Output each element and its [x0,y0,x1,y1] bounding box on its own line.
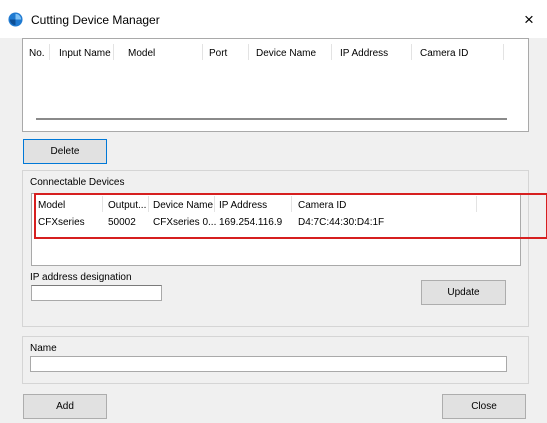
ip-designation-label: IP address designation [30,272,132,283]
close-button[interactable]: Close [442,394,526,419]
column-header-input-name[interactable]: Input Name [59,48,111,59]
column-header-device-name[interactable]: Device Name [256,48,316,59]
horizontal-scrollbar[interactable] [36,118,507,120]
window-title: Cutting Device Manager [31,13,160,27]
column-divider[interactable] [113,44,114,60]
column-divider[interactable] [248,44,249,60]
column-divider[interactable] [202,44,203,60]
column-header-ip-address[interactable]: IP Address [340,48,388,59]
delete-button[interactable]: Delete [23,139,107,164]
column-header-no[interactable]: No. [29,48,45,59]
column-divider[interactable] [49,44,50,60]
window-close-icon[interactable]: × [516,8,542,32]
update-button[interactable]: Update [421,280,506,305]
column-header-camera-id[interactable]: Camera ID [420,48,468,59]
column-divider[interactable] [411,44,412,60]
name-input[interactable] [30,356,507,372]
name-label: Name [30,343,57,354]
column-header-port[interactable]: Port [209,48,227,59]
column-header-model[interactable]: Model [128,48,155,59]
app-logo-icon [8,12,23,27]
highlight-annotation-box [34,193,547,239]
add-button[interactable]: Add [23,394,107,419]
column-divider[interactable] [503,44,504,60]
connectable-devices-label: Connectable Devices [30,177,125,188]
column-divider[interactable] [331,44,332,60]
ip-designation-input[interactable] [31,285,162,301]
